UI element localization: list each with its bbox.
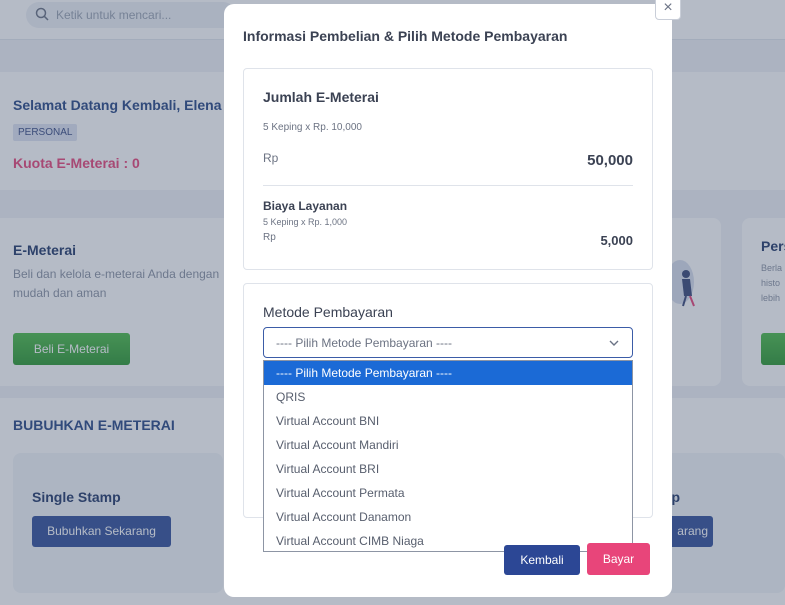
emeterai-amount-title: Jumlah E-Meterai — [263, 89, 379, 105]
service-fee-detail: 5 Keping x Rp. 1,000 — [263, 217, 348, 227]
service-fee-title: Biaya Layanan — [263, 199, 348, 213]
payment-method-title: Metode Pembayaran — [263, 304, 393, 320]
payment-method-dropdown: ---- Pilih Metode Pembayaran ---- QRIS V… — [263, 360, 633, 552]
back-button[interactable]: Kembali — [504, 545, 580, 575]
payment-option[interactable]: Virtual Account Danamon — [264, 505, 632, 529]
payment-option[interactable]: Virtual Account Mandiri — [264, 433, 632, 457]
summary-divider — [263, 185, 633, 186]
payment-option[interactable]: Virtual Account BNI — [264, 409, 632, 433]
pay-button[interactable]: Bayar — [587, 543, 650, 575]
service-fee-currency: Rp — [263, 232, 276, 243]
payment-method-selected-value: ---- Pilih Metode Pembayaran ---- — [276, 336, 453, 350]
payment-option[interactable]: QRIS — [264, 385, 632, 409]
emeterai-amount-value: 50,000 — [587, 152, 633, 169]
close-modal-button[interactable]: × — [655, 0, 681, 20]
service-fee-value: 5,000 — [600, 233, 633, 248]
emeterai-amount-currency: Rp — [263, 151, 279, 165]
emeterai-amount-detail: 5 Keping x Rp. 10,000 — [263, 122, 362, 133]
modal-title: Informasi Pembelian & Pilih Metode Pemba… — [243, 28, 568, 44]
payment-option[interactable]: ---- Pilih Metode Pembayaran ---- — [264, 361, 632, 385]
chevron-down-icon — [609, 340, 619, 346]
payment-option[interactable]: Virtual Account Permata — [264, 481, 632, 505]
payment-option[interactable]: Virtual Account BRI — [264, 457, 632, 481]
payment-method-select[interactable]: ---- Pilih Metode Pembayaran ---- — [263, 327, 633, 358]
